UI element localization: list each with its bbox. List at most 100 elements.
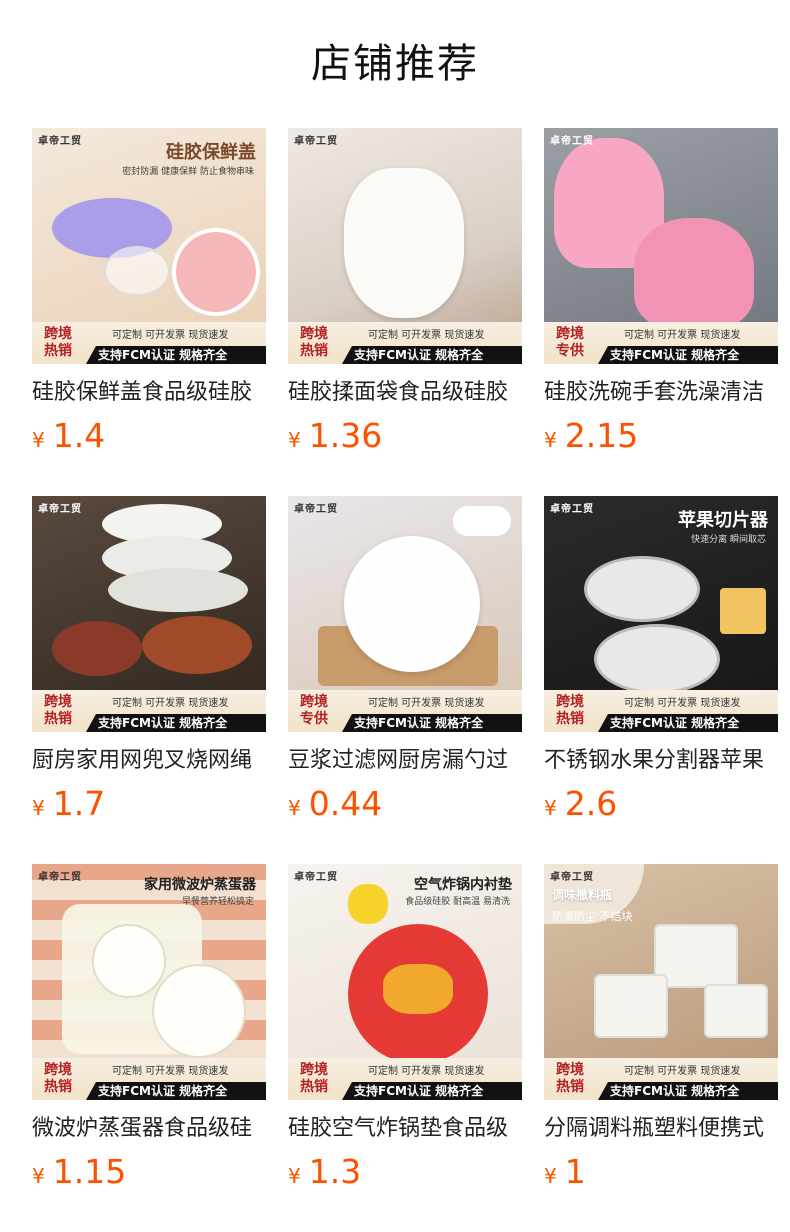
currency-symbol: ¥ [544, 1164, 557, 1188]
brand-tag: 卓帝工贸 [550, 872, 594, 883]
product-card[interactable]: 卓帝工贸 空气炸锅内衬垫 食品级硅胶 耐高温 易清洗 跨境热销 可定制 可开发票… [288, 864, 522, 1232]
currency-symbol: ¥ [288, 428, 301, 452]
badge-certification: 支持FCM认证 规格齐全 [598, 346, 778, 364]
currency-symbol: ¥ [32, 796, 45, 820]
product-title[interactable]: 分隔调料瓶塑料便携式 [544, 1114, 778, 1144]
brand-tag: 卓帝工贸 [294, 136, 338, 147]
price-value: 0.44 [308, 784, 383, 823]
product-image[interactable]: 卓帝工贸 硅胶保鲜盖 密封防漏 健康保鲜 防止食物串味 跨境热销 可定制 可开发… [32, 128, 266, 364]
overlay-title: 调味撒料瓶 [552, 888, 613, 902]
product-title[interactable]: 硅胶揉面袋食品级硅胶 [288, 378, 522, 408]
product-price: ¥1.15 [32, 1154, 266, 1196]
brand-tag: 卓帝工贸 [38, 136, 82, 147]
badge-services: 可定制 可开发票 现货速发 [368, 1066, 485, 1077]
product-card[interactable]: 卓帝工贸 跨境专供 可定制 可开发票 现货速发 支持FCM认证 规格齐全 豆浆过… [288, 496, 522, 864]
product-image[interactable]: 卓帝工贸 跨境专供 可定制 可开发票 现货速发 支持FCM认证 规格齐全 [544, 128, 778, 364]
price-value: 2.6 [564, 784, 618, 823]
badge-label: 跨境专供 [300, 694, 328, 727]
brand-tag: 卓帝工贸 [550, 136, 594, 147]
product-price: ¥0.44 [288, 786, 522, 828]
badge-certification: 支持FCM认证 规格齐全 [342, 714, 522, 732]
promo-banner: 跨境热销 可定制 可开发票 现货速发 支持FCM认证 规格齐全 [288, 322, 522, 364]
badge-services: 可定制 可开发票 现货速发 [112, 698, 229, 709]
currency-symbol: ¥ [32, 428, 45, 452]
product-card[interactable]: 卓帝工贸 家用微波炉蒸蛋器 早餐营养轻松搞定 跨境热销 可定制 可开发票 现货速… [32, 864, 266, 1232]
badge-services: 可定制 可开发票 现货速发 [112, 330, 229, 341]
product-image[interactable]: 卓帝工贸 跨境热销 可定制 可开发票 现货速发 支持FCM认证 规格齐全 [288, 128, 522, 364]
price-value: 1.7 [52, 784, 106, 823]
product-title[interactable]: 微波炉蒸蛋器食品级硅 [32, 1114, 266, 1144]
product-card[interactable]: 卓帝工贸 跨境热销 可定制 可开发票 现货速发 支持FCM认证 规格齐全 硅胶揉… [288, 128, 522, 496]
badge-label: 跨境专供 [556, 326, 584, 359]
badge-certification: 支持FCM认证 规格齐全 [86, 1082, 266, 1100]
badge-services: 可定制 可开发票 现货速发 [368, 330, 485, 341]
badge-services: 可定制 可开发票 现货速发 [624, 330, 741, 341]
currency-symbol: ¥ [288, 796, 301, 820]
product-card[interactable]: 卓帝工贸 硅胶保鲜盖 密封防漏 健康保鲜 防止食物串味 跨境热销 可定制 可开发… [32, 128, 266, 496]
currency-symbol: ¥ [288, 1164, 301, 1188]
badge-services: 可定制 可开发票 现货速发 [624, 1066, 741, 1077]
overlay-subtitle: 密封防漏 健康保鲜 防止食物串味 [122, 167, 254, 177]
product-title[interactable]: 不锈钢水果分割器苹果 [544, 746, 778, 776]
product-image[interactable]: 卓帝工贸 跨境热销 可定制 可开发票 现货速发 支持FCM认证 规格齐全 [32, 496, 266, 732]
product-price: ¥2.6 [544, 786, 778, 828]
badge-certification: 支持FCM认证 规格齐全 [86, 346, 266, 364]
product-card[interactable]: 卓帝工贸 苹果切片器 快速分离 瞬间取芯 跨境热销 可定制 可开发票 现货速发 … [544, 496, 778, 864]
product-image[interactable]: 卓帝工贸 跨境专供 可定制 可开发票 现货速发 支持FCM认证 规格齐全 [288, 496, 522, 732]
badge-certification: 支持FCM认证 规格齐全 [86, 714, 266, 732]
promo-banner: 跨境热销 可定制 可开发票 现货速发 支持FCM认证 规格齐全 [544, 1058, 778, 1100]
brand-tag: 卓帝工贸 [550, 504, 594, 515]
overlay-subtitle: 快速分离 瞬间取芯 [691, 535, 766, 545]
promo-banner: 跨境热销 可定制 可开发票 现货速发 支持FCM认证 规格齐全 [32, 1058, 266, 1100]
product-image[interactable]: 卓帝工贸 调味撒料瓶 防潮防尘 不结块 跨境热销 可定制 可开发票 现货速发 支… [544, 864, 778, 1100]
product-image[interactable]: 卓帝工贸 空气炸锅内衬垫 食品级硅胶 耐高温 易清洗 跨境热销 可定制 可开发票… [288, 864, 522, 1100]
currency-symbol: ¥ [32, 1164, 45, 1188]
price-value: 1.36 [308, 416, 383, 455]
promo-banner: 跨境热销 可定制 可开发票 现货速发 支持FCM认证 规格齐全 [288, 1058, 522, 1100]
badge-label: 跨境热销 [556, 1062, 584, 1095]
product-price: ¥1.4 [32, 418, 266, 460]
product-title[interactable]: 硅胶洗碗手套洗澡清洁 [544, 378, 778, 408]
overlay-title: 硅胶保鲜盖 [166, 142, 256, 163]
price-value: 2.15 [564, 416, 639, 455]
product-title[interactable]: 硅胶空气炸锅垫食品级 [288, 1114, 522, 1144]
product-title[interactable]: 硅胶保鲜盖食品级硅胶 [32, 378, 266, 408]
price-value: 1 [564, 1152, 586, 1191]
product-grid: 卓帝工贸 硅胶保鲜盖 密封防漏 健康保鲜 防止食物串味 跨境热销 可定制 可开发… [32, 128, 780, 1232]
promo-banner: 跨境专供 可定制 可开发票 现货速发 支持FCM认证 规格齐全 [544, 322, 778, 364]
product-price: ¥2.15 [544, 418, 778, 460]
product-title[interactable]: 豆浆过滤网厨房漏勺过 [288, 746, 522, 776]
promo-banner: 跨境热销 可定制 可开发票 现货速发 支持FCM认证 规格齐全 [544, 690, 778, 732]
badge-label: 跨境热销 [44, 1062, 72, 1095]
badge-label: 跨境热销 [556, 694, 584, 727]
badge-services: 可定制 可开发票 现货速发 [112, 1066, 229, 1077]
badge-certification: 支持FCM认证 规格齐全 [342, 346, 522, 364]
product-title[interactable]: 厨房家用网兜叉烧网绳 [32, 746, 266, 776]
price-value: 1.15 [52, 1152, 127, 1191]
brand-tag: 卓帝工贸 [294, 504, 338, 515]
product-image[interactable]: 卓帝工贸 苹果切片器 快速分离 瞬间取芯 跨境热销 可定制 可开发票 现货速发 … [544, 496, 778, 732]
overlay-subtitle: 食品级硅胶 耐高温 易清洗 [405, 897, 510, 907]
badge-label: 跨境热销 [300, 326, 328, 359]
currency-symbol: ¥ [544, 796, 557, 820]
price-value: 1.4 [52, 416, 106, 455]
badge-certification: 支持FCM认证 规格齐全 [598, 714, 778, 732]
overlay-subtitle: 早餐营养轻松搞定 [181, 897, 254, 907]
currency-symbol: ¥ [544, 428, 557, 452]
badge-certification: 支持FCM认证 规格齐全 [598, 1082, 778, 1100]
badge-label: 跨境热销 [44, 694, 72, 727]
overlay-title: 空气炸锅内衬垫 [414, 877, 512, 893]
badge-services: 可定制 可开发票 现货速发 [368, 698, 485, 709]
product-card[interactable]: 卓帝工贸 跨境专供 可定制 可开发票 现货速发 支持FCM认证 规格齐全 硅胶洗… [544, 128, 778, 496]
product-card[interactable]: 卓帝工贸 调味撒料瓶 防潮防尘 不结块 跨境热销 可定制 可开发票 现货速发 支… [544, 864, 778, 1232]
badge-certification: 支持FCM认证 规格齐全 [342, 1082, 522, 1100]
promo-banner: 跨境热销 可定制 可开发票 现货速发 支持FCM认证 规格齐全 [32, 690, 266, 732]
overlay-title: 家用微波炉蒸蛋器 [144, 877, 256, 893]
badge-services: 可定制 可开发票 现货速发 [624, 698, 741, 709]
product-image[interactable]: 卓帝工贸 家用微波炉蒸蛋器 早餐营养轻松搞定 跨境热销 可定制 可开发票 现货速… [32, 864, 266, 1100]
brand-tag: 卓帝工贸 [294, 872, 338, 883]
product-card[interactable]: 卓帝工贸 跨境热销 可定制 可开发票 现货速发 支持FCM认证 规格齐全 厨房家… [32, 496, 266, 864]
brand-tag: 卓帝工贸 [38, 872, 82, 883]
badge-label: 跨境热销 [44, 326, 72, 359]
badge-label: 跨境热销 [300, 1062, 328, 1095]
